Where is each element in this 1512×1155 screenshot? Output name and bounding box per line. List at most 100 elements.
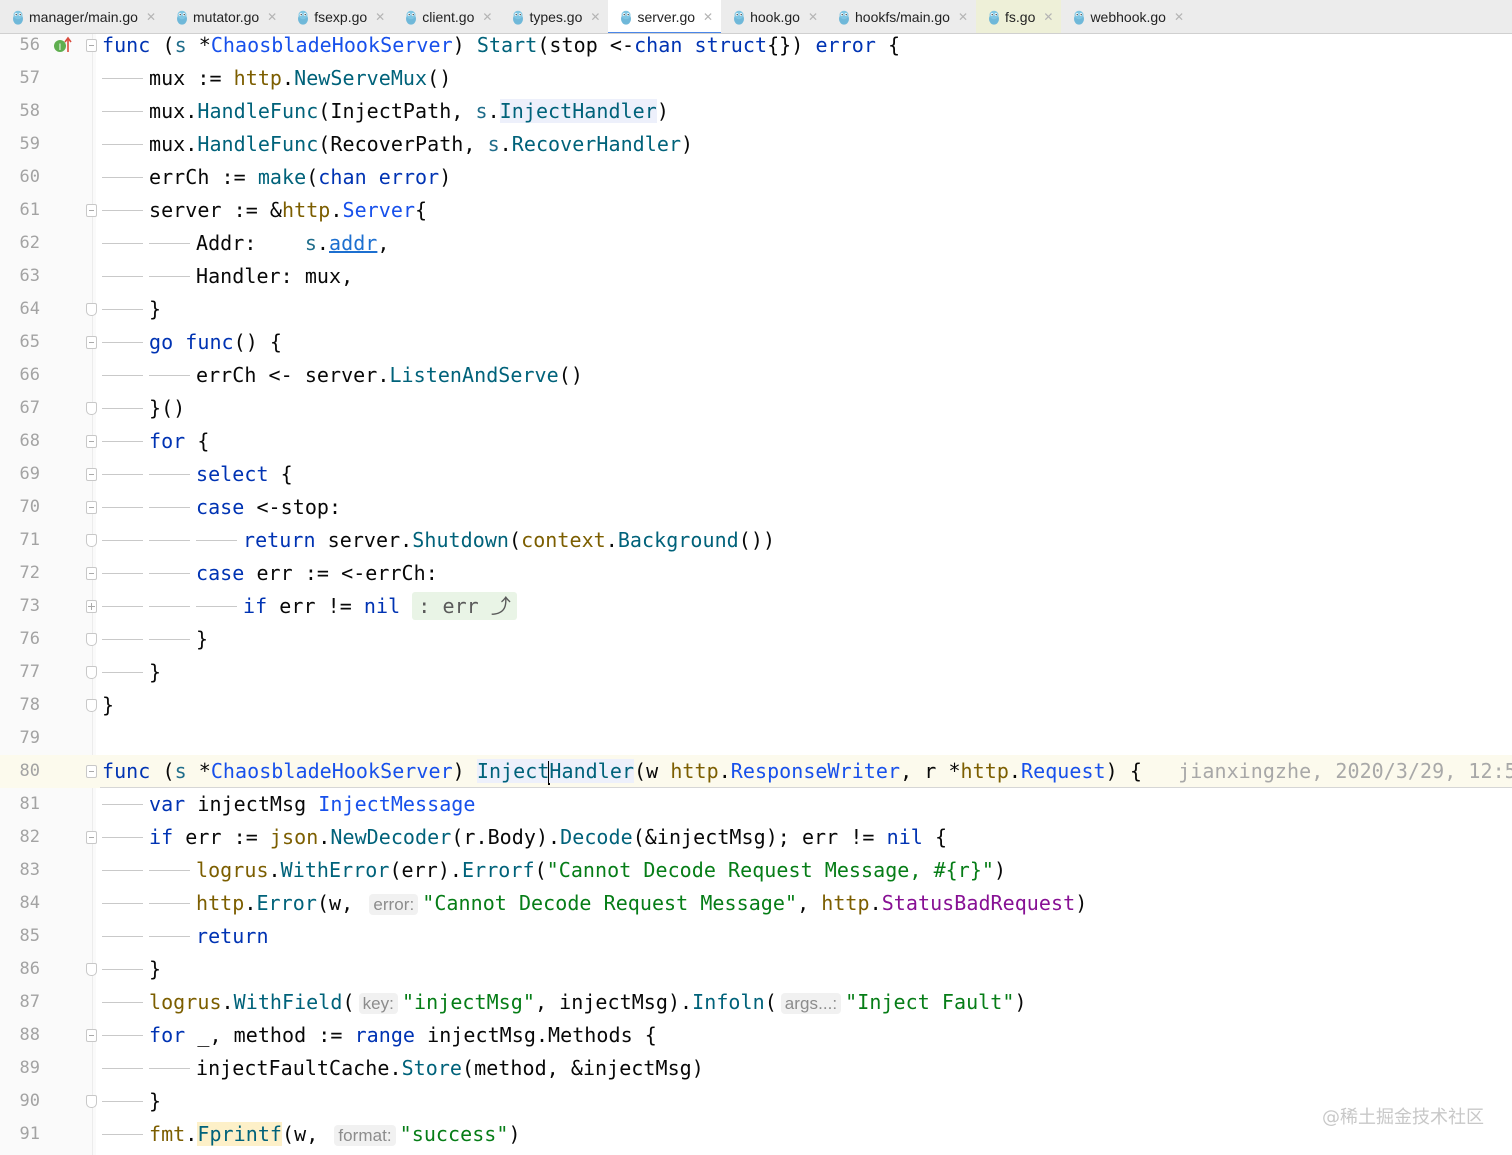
code-text[interactable]: logrus.WithField(key: "injectMsg", inject… [149,986,1027,1020]
code-text[interactable]: select { [196,458,293,491]
code-line[interactable]: 86} [0,953,1512,986]
collapse-fold-icon[interactable] [86,1029,97,1042]
collapse-fold-icon[interactable] [86,633,97,646]
code-text[interactable]: Addr: s.addr, [196,227,389,260]
code-line[interactable]: 83 logrus.WithError(err).Errorf("Cannot D… [0,854,1512,887]
code-line[interactable]: 84 http.Error(w, error: "Cannot Decode Req… [0,887,1512,920]
code-line[interactable]: 58 mux.HandleFunc(InjectPath, s.InjectHan… [0,95,1512,128]
code-line[interactable]: 59 mux.HandleFunc(RecoverPath, s.RecoverH… [0,128,1512,161]
code-line[interactable]: 81 var injectMsg InjectMessage [0,788,1512,821]
code-line[interactable]: 88 for _, method := range injectMsg.Metho… [0,1019,1512,1052]
code-line[interactable]: 72 case err := <-errCh: [0,557,1512,590]
code-text[interactable]: mux.HandleFunc(RecoverPath, s.RecoverHan… [149,128,693,161]
code-line[interactable]: 62 Addr: s.addr, [0,227,1512,260]
collapse-fold-icon[interactable] [86,666,97,679]
code-line[interactable]: 76} [0,623,1512,656]
code-line[interactable]: 70 case <-stop: [0,491,1512,524]
tab-client-go[interactable]: client.go ✕ [393,0,500,33]
tab-fsexp-go[interactable]: fsexp.go ✕ [285,0,393,33]
close-icon[interactable]: ✕ [267,10,277,24]
collapse-fold-icon[interactable] [86,303,97,316]
code-line[interactable]: 67}() [0,392,1512,425]
code-text[interactable]: for { [149,425,209,458]
collapse-fold-icon[interactable] [86,963,97,976]
folded-code-placeholder[interactable]: : err ⤴ [412,592,517,620]
tab-mutator-go[interactable]: mutator.go ✕ [164,0,285,33]
code-text[interactable]: var injectMsg InjectMessage [149,788,475,821]
code-text[interactable]: } [149,1085,161,1118]
tab-manager-main-go[interactable]: manager/main.go ✕ [0,0,164,33]
code-text[interactable]: } [149,656,161,689]
collapse-fold-icon[interactable] [86,534,97,547]
code-line[interactable]: 61 server := &http.Server{ [0,194,1512,227]
collapse-fold-icon[interactable] [86,501,97,514]
code-text[interactable]: logrus.WithError(err).Errorf("Cannot Dec… [196,854,1006,887]
code-line[interactable]: 71 return server.Shutdown(context.Backgro… [0,524,1512,557]
code-text[interactable]: errCh := make(chan error) [149,161,451,194]
collapse-fold-icon[interactable] [86,1095,97,1108]
implements-icon[interactable]: I [52,34,74,56]
code-text[interactable]: if err := json.NewDecoder(r.Body).Decode… [149,821,947,854]
close-icon[interactable]: ✕ [703,10,713,24]
code-line[interactable]: 65 go func() { [0,326,1512,359]
code-text[interactable]: case <-stop: [196,491,341,524]
collapse-fold-icon[interactable] [86,39,97,52]
close-icon[interactable]: ✕ [375,10,385,24]
tab-hookfs-main-go[interactable]: hookfs/main.go ✕ [826,0,976,33]
collapse-fold-icon[interactable] [86,765,97,778]
collapse-fold-icon[interactable] [86,699,97,712]
code-text[interactable]: for _, method := range injectMsg.Methods… [149,1019,657,1052]
code-editor[interactable]: 56 Ifunc (s *ChaosbladeHookServer) Start(… [0,34,1512,1155]
code-text[interactable]: http.Error(w, error: "Cannot Decode Reque… [196,887,1087,921]
code-text[interactable]: func (s *ChaosbladeHookServer) InjectHan… [102,755,1512,788]
code-line[interactable]: 68 for { [0,425,1512,458]
code-text[interactable]: mux.HandleFunc(InjectPath, s.InjectHandl… [149,95,669,128]
code-text[interactable]: } [102,689,114,722]
code-line[interactable]: 60 errCh := make(chan error) [0,161,1512,194]
close-icon[interactable]: ✕ [808,10,818,24]
collapse-fold-icon[interactable] [86,567,97,580]
code-text[interactable]: server := &http.Server{ [149,194,427,227]
code-text[interactable]: if err != nil : err ⤴ [243,590,517,623]
tab-types-go[interactable]: types.go ✕ [500,0,608,33]
code-line[interactable]: 78} [0,689,1512,722]
code-text[interactable]: go func() { [149,326,282,359]
code-line[interactable]: 63 Handler: mux, [0,260,1512,293]
code-line[interactable]: 91 fmt.Fprintf(w, format: "success") [0,1118,1512,1151]
code-line[interactable]: 87 logrus.WithField(key: "injectMsg", inje… [0,986,1512,1019]
code-line[interactable]: 89 injectFaultCache.Store(method, &inject… [0,1052,1512,1085]
code-text[interactable]: case err := <-errCh: [196,557,438,590]
code-line[interactable]: 57 mux := http.NewServeMux() [0,62,1512,95]
code-text[interactable]: return server.Shutdown(context.Backgroun… [243,524,775,557]
collapse-fold-icon[interactable] [86,204,97,217]
code-text[interactable]: errCh <- server.ListenAndServe() [196,359,583,392]
code-text[interactable]: return [196,920,269,953]
code-text[interactable]: }() [149,392,185,425]
code-text[interactable]: } [196,623,208,656]
code-line[interactable]: 64} [0,293,1512,326]
code-line[interactable]: 66 errCh <- server.ListenAndServe() [0,359,1512,392]
close-icon[interactable]: ✕ [1174,10,1184,24]
collapse-fold-icon[interactable] [86,402,97,415]
tab-server-go[interactable]: server.go ✕ [608,0,722,33]
close-icon[interactable]: ✕ [146,10,156,24]
collapse-fold-icon[interactable] [86,831,97,844]
code-line[interactable]: 73 if err != nil : err ⤴ [0,590,1512,623]
code-text[interactable]: } [149,293,161,326]
code-line[interactable]: 82 if err := json.NewDecoder(r.Body).Deco… [0,821,1512,854]
collapse-fold-icon[interactable] [86,435,97,448]
collapse-fold-icon[interactable] [86,336,97,349]
code-line[interactable]: 56 Ifunc (s *ChaosbladeHookServer) Start(… [0,34,1512,62]
code-text[interactable]: mux := http.NewServeMux() [149,62,451,95]
close-icon[interactable]: ✕ [1043,10,1053,24]
close-icon[interactable]: ✕ [958,10,968,24]
tab-fs-go[interactable]: fs.go ✕ [976,0,1062,33]
code-text[interactable]: fmt.Fprintf(w, format: "success") [149,1118,521,1152]
code-line[interactable]: 80 func (s *ChaosbladeHookServer) InjectH… [0,755,1512,788]
tab-webhook-go[interactable]: webhook.go ✕ [1061,0,1192,33]
code-text[interactable]: func (s *ChaosbladeHookServer) Start(sto… [102,34,900,62]
close-icon[interactable]: ✕ [590,10,600,24]
code-text[interactable]: injectFaultCache.Store(method, &injectMs… [196,1052,704,1085]
code-text[interactable]: } [149,953,161,986]
code-text[interactable]: Handler: mux, [196,260,353,293]
